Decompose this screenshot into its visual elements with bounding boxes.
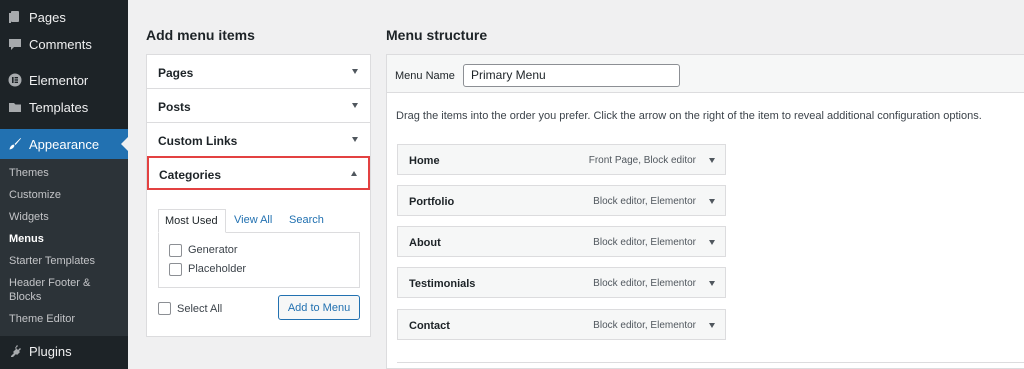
menu-item-title: Contact xyxy=(409,320,450,332)
caret-down-icon[interactable] xyxy=(709,323,715,328)
menu-structure-panel: Menu Name Primary Menu Drag the items in… xyxy=(386,54,1024,369)
menu-item-title: Testimonials xyxy=(409,278,476,290)
submenu-item-widgets[interactable]: Widgets xyxy=(9,211,49,224)
sidebar-item-label: Templates xyxy=(29,99,89,115)
category-item[interactable]: Generator xyxy=(169,243,238,257)
sidebar-item-elementor[interactable]: Elementor xyxy=(0,67,128,93)
submenu-item-header-footer-cont[interactable]: Blocks xyxy=(9,291,41,304)
category-label: Generator xyxy=(188,244,238,256)
submenu-item-themes[interactable]: Themes xyxy=(9,167,49,180)
elementor-icon xyxy=(8,73,22,87)
submenu-item-theme-editor[interactable]: Theme Editor xyxy=(9,313,75,326)
submenu-item-starter-templates[interactable]: Starter Templates xyxy=(9,255,95,268)
menu-name-input[interactable]: Primary Menu xyxy=(463,64,680,87)
menu-item-about[interactable]: About Block editor, Elementor xyxy=(397,226,726,257)
plugin-icon xyxy=(8,344,22,358)
submenu-item-header-footer[interactable]: Header Footer & xyxy=(9,277,90,290)
menu-item-meta: Block editor, Elementor xyxy=(593,278,696,289)
sidebar-item-comments[interactable]: Comments xyxy=(0,31,128,57)
divider xyxy=(397,362,1024,363)
section-title: Custom Links xyxy=(158,134,238,148)
menu-item-meta: Block editor, Elementor xyxy=(593,237,696,248)
select-all[interactable]: Select All xyxy=(158,302,222,315)
menu-item-meta: Block editor, Elementor xyxy=(593,196,696,207)
sidebar-item-label: Plugins xyxy=(29,343,72,359)
pages-icon xyxy=(8,10,22,24)
admin-sidebar: Pages Comments Elementor Templates Appea… xyxy=(0,0,128,369)
section-title: Posts xyxy=(158,100,191,114)
sidebar-item-pages[interactable]: Pages xyxy=(0,4,128,30)
sidebar-item-appearance[interactable]: Appearance xyxy=(0,129,128,159)
submenu-item-customize[interactable]: Customize xyxy=(9,189,61,202)
category-label: Placeholder xyxy=(188,263,247,275)
caret-down-icon[interactable] xyxy=(352,103,358,108)
add-to-menu-button[interactable]: Add to Menu xyxy=(278,295,360,320)
caret-down-icon[interactable] xyxy=(352,137,358,142)
caret-down-icon[interactable] xyxy=(352,69,358,74)
menu-instructions: Drag the items into the order you prefer… xyxy=(396,110,982,122)
menu-item-contact[interactable]: Contact Block editor, Elementor xyxy=(397,309,726,340)
menu-item-title: About xyxy=(409,237,441,249)
sidebar-item-label: Pages xyxy=(29,9,66,25)
tab-search[interactable]: Search xyxy=(289,209,324,233)
accordion-section-pages[interactable]: Pages xyxy=(147,55,370,89)
category-item[interactable]: Placeholder xyxy=(169,262,246,276)
accordion-section-categories[interactable]: Categories xyxy=(147,156,370,190)
submenu-item-menus[interactable]: Menus xyxy=(9,233,44,246)
sidebar-item-label: Comments xyxy=(29,36,92,52)
comments-icon xyxy=(8,37,22,51)
caret-down-icon[interactable] xyxy=(709,281,715,286)
accordion-section-posts[interactable]: Posts xyxy=(147,89,370,123)
menu-item-title: Home xyxy=(409,155,440,167)
select-all-label: Select All xyxy=(177,302,223,315)
categories-list-panel: Generator Placeholder xyxy=(158,232,360,288)
menu-structure-heading: Menu structure xyxy=(386,27,488,43)
menu-item-meta: Block editor, Elementor xyxy=(593,320,696,331)
tab-view-all[interactable]: View All xyxy=(234,209,272,233)
add-menu-items-accordion: Pages Posts Custom Links Categories Most… xyxy=(146,54,371,337)
sidebar-item-plugins[interactable]: Plugins xyxy=(0,338,128,364)
select-all-checkbox[interactable] xyxy=(158,302,171,315)
add-menu-items-heading: Add menu items xyxy=(146,27,255,43)
tab-most-used[interactable]: Most Used xyxy=(158,209,226,233)
menu-item-testimonials[interactable]: Testimonials Block editor, Elementor xyxy=(397,267,726,298)
caret-down-icon[interactable] xyxy=(709,158,715,163)
folder-icon xyxy=(8,100,22,114)
brush-icon xyxy=(8,137,22,151)
menu-item-portfolio[interactable]: Portfolio Block editor, Elementor xyxy=(397,185,726,216)
current-indicator xyxy=(121,137,128,151)
menu-item-meta: Front Page, Block editor xyxy=(588,155,696,166)
menu-item-title: Portfolio xyxy=(409,196,455,208)
sidebar-item-templates[interactable]: Templates xyxy=(0,94,128,120)
menu-name-label: Menu Name xyxy=(395,70,455,82)
menu-name-bar: Menu Name Primary Menu xyxy=(387,55,1024,93)
accordion-section-custom-links[interactable]: Custom Links xyxy=(147,123,370,157)
caret-down-icon[interactable] xyxy=(709,199,715,204)
caret-up-icon[interactable] xyxy=(351,171,357,176)
appearance-submenu: Themes Customize Widgets Menus Starter T… xyxy=(0,159,128,336)
checkbox[interactable] xyxy=(169,243,182,257)
sidebar-item-label: Appearance xyxy=(29,136,100,152)
menu-item-home[interactable]: Home Front Page, Block editor xyxy=(397,144,726,175)
checkbox[interactable] xyxy=(169,262,182,276)
sidebar-item-label: Elementor xyxy=(29,72,89,88)
section-title: Pages xyxy=(158,66,194,80)
section-title: Categories xyxy=(159,168,222,182)
caret-down-icon[interactable] xyxy=(709,240,715,245)
